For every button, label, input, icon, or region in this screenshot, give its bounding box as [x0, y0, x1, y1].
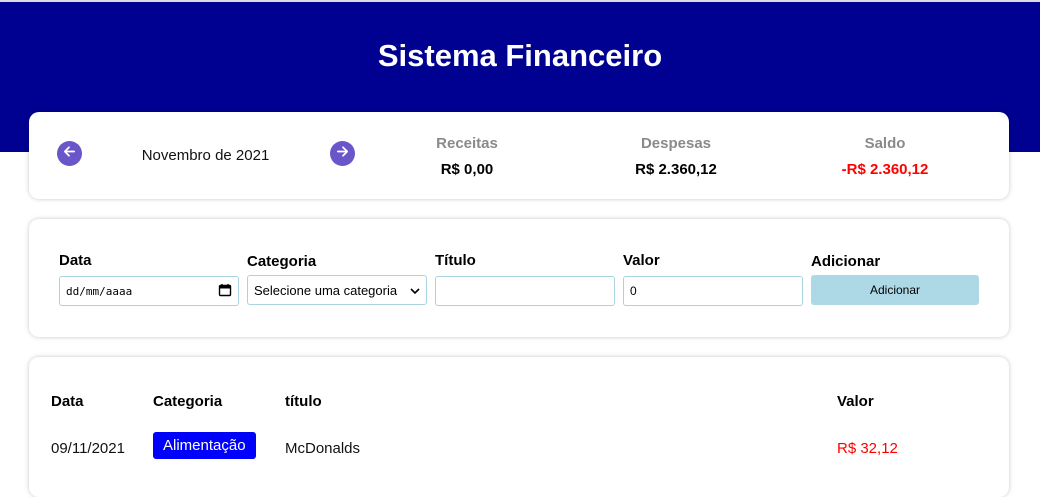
expense-label: Despesas — [640, 135, 712, 152]
title-label: Título — [435, 252, 476, 269]
balance-summary: Saldo -R$ 2.360,12 — [795, 135, 975, 178]
balance-value: -R$ 2.360,12 — [841, 161, 929, 178]
chevron-down-icon — [410, 283, 420, 298]
arrow-left-icon — [62, 144, 77, 164]
add-field-group: Adicionar Adicionar — [811, 253, 979, 305]
income-label: Receitas — [436, 135, 498, 152]
expense-summary: Despesas R$ 2.360,12 — [586, 135, 766, 178]
category-badge: Alimentação — [153, 432, 256, 459]
income-summary: Receitas R$ 0,00 — [377, 135, 557, 178]
next-month-button[interactable] — [330, 141, 355, 166]
row-value: R$ 32,12 — [837, 440, 898, 457]
date-input[interactable]: dd/mm/aaaa — [59, 276, 239, 306]
income-value: R$ 0,00 — [440, 161, 494, 178]
balance-label: Saldo — [864, 135, 906, 152]
date-placeholder: dd/mm/aaaa — [66, 284, 133, 298]
header-title: título — [285, 393, 322, 410]
value-label: Valor — [623, 252, 660, 269]
summary-card: Novembro de 2021 Receitas R$ 0,00 Despes… — [29, 112, 1009, 199]
value-field-group: Valor 0 — [623, 252, 803, 306]
transactions-table: Data Categoria título Valor 09/11/2021 A… — [29, 357, 1009, 497]
calendar-icon[interactable] — [218, 283, 232, 300]
add-label: Adicionar — [811, 253, 881, 270]
expense-value: R$ 2.360,12 — [635, 161, 717, 178]
row-title: McDonalds — [285, 440, 361, 457]
header-value: Valor — [837, 393, 874, 410]
category-select[interactable]: Selecione uma categoria — [247, 275, 427, 305]
app-title: Sistema Financeiro — [377, 38, 663, 73]
header-date: Data — [51, 393, 84, 410]
title-input[interactable] — [435, 276, 615, 306]
current-month-label: Novembro de 2021 — [141, 147, 270, 164]
arrow-right-icon — [335, 144, 350, 164]
category-field-group: Categoria Selecione uma categoria — [247, 253, 427, 305]
header-category: Categoria — [153, 393, 223, 410]
previous-month-button[interactable] — [57, 141, 82, 166]
date-field-group: Data dd/mm/aaaa — [59, 252, 239, 306]
title-field-group: Título — [435, 252, 615, 306]
add-button[interactable]: Adicionar — [811, 275, 979, 305]
category-select-value: Selecione uma categoria — [254, 282, 398, 298]
add-entry-form: Data dd/mm/aaaa Categoria Selecione uma … — [29, 219, 1009, 337]
value-input[interactable]: 0 — [623, 276, 803, 306]
category-label: Categoria — [247, 253, 317, 270]
row-date: 09/11/2021 — [51, 440, 125, 457]
date-label: Data — [59, 252, 92, 269]
